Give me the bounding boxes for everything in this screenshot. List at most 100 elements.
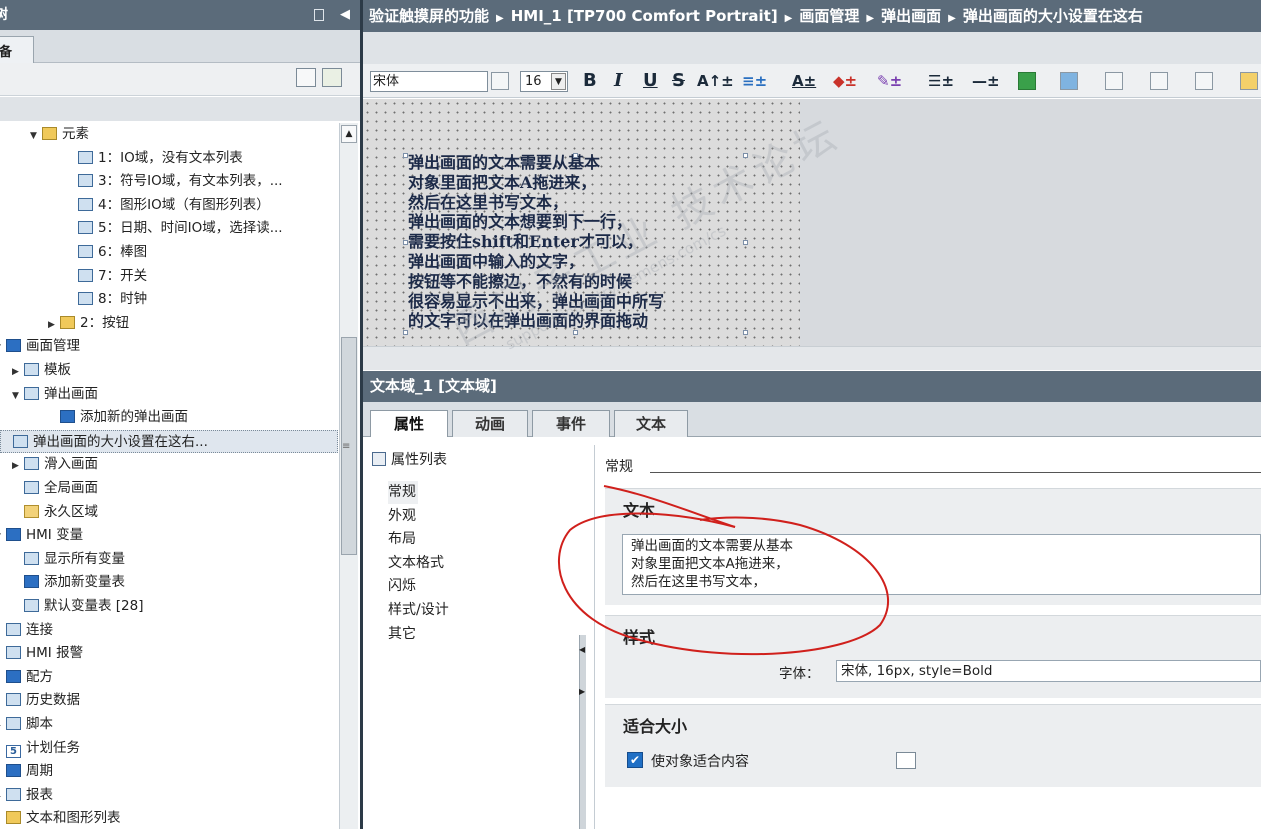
spacing-icon[interactable]: [1195, 72, 1213, 90]
tab-texts[interactable]: 文本: [614, 410, 688, 437]
tree-item[interactable]: 历史数据: [0, 689, 80, 712]
resize-handle[interactable]: [573, 153, 578, 158]
text-content-field[interactable]: 弹出画面的文本需要从基本 对象里面把文本A拖进来， 然后在这里书写文本，: [622, 534, 1261, 595]
bold-button[interactable]: B: [583, 69, 597, 93]
resize-handle[interactable]: [403, 240, 408, 245]
elem-node-icon: [60, 315, 75, 329]
tree-item[interactable]: 4：图形IO域（有图形列表）: [66, 194, 270, 217]
more-tools-icon[interactable]: [1240, 72, 1258, 90]
expand-down-icon[interactable]: ▼: [30, 125, 42, 148]
tree-item[interactable]: 1：IO域，没有文本列表: [66, 147, 243, 170]
tree-scrollbar[interactable]: ▲ ≡: [339, 123, 358, 829]
font-name-field[interactable]: 宋体: [370, 71, 488, 92]
splitter-grip-icon[interactable]: ≡: [342, 441, 350, 452]
line-color-button[interactable]: ✎±: [877, 69, 902, 93]
underline-button[interactable]: U: [643, 69, 658, 93]
font-color-button[interactable]: A±: [792, 69, 816, 93]
breadcrumb-item[interactable]: 弹出画面的大小设置在这右: [963, 7, 1143, 25]
property-category-item[interactable]: 常规: [388, 481, 418, 504]
resize-handle[interactable]: [403, 330, 408, 335]
resize-handle[interactable]: [743, 153, 748, 158]
tab-devices[interactable]: 备: [0, 36, 34, 64]
tree-item[interactable]: 6：棒图: [66, 241, 147, 264]
tree-item[interactable]: 周期: [0, 760, 53, 783]
tab-properties[interactable]: 属性: [370, 410, 448, 438]
align-button[interactable]: ≡±: [742, 69, 767, 93]
tree-item[interactable]: 显示所有变量: [12, 548, 125, 571]
chevron-down-icon[interactable]: ▼: [551, 73, 566, 90]
property-category-item[interactable]: 样式/设计: [388, 599, 449, 622]
tree-item[interactable]: 添加新的弹出画面: [48, 406, 188, 429]
scr-node-icon: [13, 434, 28, 448]
bg-color-icon[interactable]: [1018, 72, 1036, 90]
breadcrumb-item[interactable]: 画面管理: [799, 7, 859, 25]
strikethrough-button[interactable]: S: [672, 69, 685, 93]
fill-pattern-icon[interactable]: [1060, 72, 1078, 90]
add-item-icon[interactable]: [322, 68, 342, 87]
tree-item[interactable]: ▼ 元素: [30, 123, 89, 146]
breadcrumb-item[interactable]: HMI_1 [TP700 Comfort Portrait]: [511, 7, 778, 25]
tree-item-label: HMI 变量: [26, 527, 84, 544]
property-category-item[interactable]: 文本格式: [388, 552, 444, 575]
resize-handle[interactable]: [743, 330, 748, 335]
tree-item[interactable]: 8：时钟: [66, 288, 147, 311]
tree-item[interactable]: ▶ 滑入画面: [12, 453, 98, 476]
collapse-panel-icon[interactable]: ◀: [340, 0, 350, 30]
fit-content-checkbox[interactable]: ✔: [627, 752, 643, 768]
italic-button[interactable]: I: [614, 69, 622, 93]
font-field[interactable]: 宋体, 16px, style=Bold: [836, 660, 1261, 682]
distribute-icon[interactable]: [1150, 72, 1168, 90]
fit-size-icon[interactable]: [896, 752, 916, 769]
tree-item[interactable]: 7：开关: [66, 265, 147, 288]
tree-item[interactable]: ▼画面管理: [0, 335, 80, 358]
tab-events[interactable]: 事件: [532, 410, 610, 437]
breadcrumb-item[interactable]: 验证触摸屏的功能: [369, 7, 489, 25]
tree-item[interactable]: 添加新变量表: [12, 571, 125, 594]
tree-item[interactable]: 5 计划任务: [0, 737, 80, 760]
tree-item[interactable]: 3：符号IO域，有文本列表，...: [66, 170, 283, 193]
property-category-item[interactable]: 布局: [388, 528, 416, 551]
tree-item[interactable]: 5：日期、时间IO域，选择读...: [66, 217, 283, 240]
font-grow-button[interactable]: A↑±: [697, 69, 734, 93]
collapse-left-icon[interactable]: ◀: [579, 645, 585, 654]
tree-item[interactable]: 默认变量表 [28]: [12, 595, 144, 618]
tree-item[interactable]: ▼HMI 变量: [0, 524, 83, 547]
tree-item[interactable]: HMI 报警: [0, 642, 83, 665]
tree-item[interactable]: ▼ 弹出画面: [12, 383, 98, 406]
resize-handle[interactable]: [403, 153, 408, 158]
property-list-header[interactable]: 属性列表: [372, 449, 447, 469]
tree-item-selected[interactable]: 弹出画面的大小设置在这右...: [0, 429, 338, 453]
expand-right-icon[interactable]: ▶: [579, 687, 585, 696]
line-width-button[interactable]: —±: [972, 69, 1000, 93]
expand-right-icon[interactable]: ▶: [12, 455, 24, 478]
breadcrumb-item[interactable]: 弹出画面: [881, 7, 941, 25]
tree-item[interactable]: 文本和图形列表: [0, 807, 121, 829]
pin-panel-icon[interactable]: [314, 9, 324, 21]
property-category-item[interactable]: 外观: [388, 505, 416, 528]
scroll-up-arrow-icon[interactable]: ▲: [341, 125, 357, 143]
property-category-item[interactable]: 其它: [388, 623, 416, 646]
tree-item[interactable]: ▶报表: [0, 784, 53, 807]
fill-color-button[interactable]: ◆±: [833, 69, 857, 93]
font-picker-icon[interactable]: [491, 72, 509, 90]
tree-item[interactable]: 连接: [0, 619, 53, 642]
align-objects-icon[interactable]: [1105, 72, 1123, 90]
tree-item[interactable]: 配方: [0, 666, 53, 689]
tree-item[interactable]: ▶ 模板: [12, 359, 71, 382]
expand-right-icon[interactable]: ▶: [12, 361, 24, 384]
line-style-button[interactable]: ☰±: [928, 69, 954, 93]
list-collapse-bar[interactable]: ◀ ▶: [579, 635, 586, 829]
tree-item[interactable]: 永久区域: [12, 501, 98, 524]
tree-item[interactable]: ▶脚本: [0, 713, 53, 736]
expand-down-icon[interactable]: ▼: [12, 385, 24, 408]
font-size-select[interactable]: 16 ▼: [520, 71, 568, 92]
canvas-text-field[interactable]: 弹出画面的文本需要从基本 对象里面把文本A拖进来， 然后在这里书写文本， 弹出画…: [408, 153, 664, 331]
table-view-icon[interactable]: [296, 68, 316, 87]
expand-right-icon[interactable]: ▶: [48, 314, 60, 337]
property-category-item[interactable]: 闪烁: [388, 575, 416, 598]
tree-item[interactable]: ▶ 2：按钮: [48, 312, 129, 335]
tree-item[interactable]: 全局画面: [12, 477, 98, 500]
resize-handle[interactable]: [743, 240, 748, 245]
resize-handle[interactable]: [573, 330, 578, 335]
tab-animations[interactable]: 动画: [452, 410, 528, 437]
